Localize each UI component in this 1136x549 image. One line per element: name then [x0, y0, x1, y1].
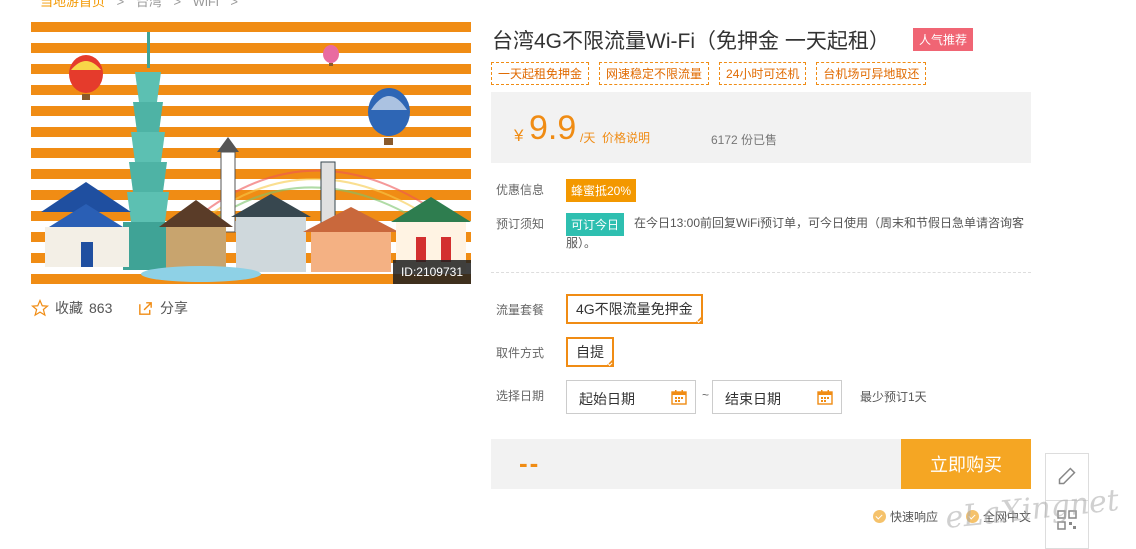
balloon-icon	[323, 45, 339, 66]
share-icon	[139, 301, 152, 315]
sold-count: 6172 份已售	[711, 133, 778, 147]
date-label: 选择日期	[496, 389, 545, 403]
check-icon	[607, 361, 613, 366]
check-icon	[873, 510, 886, 523]
discount-badge: 蜂蜜抵20%	[566, 179, 637, 202]
feature-tag: 网速稳定不限流量	[599, 62, 710, 85]
pickup-option-selected[interactable]: 自提	[566, 337, 614, 367]
favorite-label: 收藏	[55, 300, 83, 316]
end-date-input[interactable]: 结束日期	[712, 380, 842, 414]
booking-notice-text: 在今日13:00前回复WiFi预订单，可今日使用（周末和节假日急单请咨询客服）。	[566, 216, 1025, 250]
balloon-icon	[69, 55, 103, 100]
breadcrumb-separator: >	[230, 0, 238, 9]
end-date-placeholder: 结束日期	[725, 391, 781, 407]
discount-label: 优惠信息	[496, 183, 545, 197]
product-id-label: ID:2109731	[392, 260, 471, 284]
taiwan-landmarks-illustration	[41, 32, 471, 282]
minimum-booking-note: 最少预订1天	[860, 390, 927, 404]
plan-label: 流量套餐	[496, 303, 545, 317]
share-button[interactable]: 分享	[137, 298, 188, 318]
pickup-label: 取件方式	[496, 346, 545, 360]
share-label: 分享	[160, 300, 188, 316]
memorial-hall-icon	[41, 182, 131, 267]
watermark-logo: eLaXingnet	[943, 482, 1121, 537]
feature-tags: 一天起租免押金 网速稳定不限流量 24小时可还机 台机场可异地取还	[491, 62, 927, 85]
total-price: --	[519, 448, 541, 478]
favorite-button[interactable]: 收藏 863	[31, 298, 112, 318]
breadcrumb-separator: >	[173, 0, 182, 9]
price-amount: 9.9	[529, 109, 577, 147]
breadcrumb-region-link[interactable]: 台湾	[136, 0, 162, 9]
product-title: 台湾4G不限流量Wi-Fi（免押金 一天起租）	[492, 30, 890, 53]
feature-tag: 一天起租免押金	[491, 62, 590, 85]
date-range-separator: ~	[702, 388, 710, 402]
start-date-input[interactable]: 起始日期	[566, 380, 696, 414]
service-label: 快速响应	[890, 510, 939, 524]
product-image[interactable]: ID:2109731	[31, 22, 471, 284]
booking-notice-label: 预订须知	[496, 217, 545, 231]
service-fast-response: 快速响应	[873, 508, 938, 525]
feature-tag: 24小时可还机	[719, 62, 807, 85]
plan-option-label: 4G不限流量免押金	[576, 301, 693, 317]
check-icon	[696, 318, 702, 323]
calendar-icon	[671, 390, 687, 405]
taipei-101-icon	[123, 32, 173, 270]
breadcrumb-home-link[interactable]: 当地游首页	[40, 0, 105, 9]
product-page: 当地游首页 > 台湾 > WiFi > ID:2109731 收藏 863 分享…	[0, 0, 1136, 549]
price-unit: /天	[580, 131, 596, 145]
calendar-icon	[817, 390, 833, 405]
balloon-icon	[368, 88, 410, 145]
start-date-placeholder: 起始日期	[579, 391, 635, 407]
price-currency: ¥	[514, 126, 524, 145]
pickup-option-label: 自提	[576, 344, 604, 360]
favorite-count: 863	[89, 300, 113, 316]
price-panel: ¥ 9.9 /天 价格说明 6172 份已售	[491, 92, 1031, 163]
star-icon	[31, 299, 49, 317]
breadcrumb-category-link[interactable]: WiFi	[193, 0, 219, 9]
feature-tag: 台机场可异地取还	[816, 62, 927, 85]
edit-icon[interactable]	[1057, 466, 1077, 486]
divider	[491, 272, 1031, 273]
plan-option-selected[interactable]: 4G不限流量免押金	[566, 294, 703, 324]
popular-badge: 人气推荐	[913, 28, 974, 51]
breadcrumb-separator: >	[116, 0, 125, 9]
buy-now-button[interactable]: 立即购买	[901, 439, 1031, 489]
price-explanation-link[interactable]: 价格说明	[602, 129, 650, 146]
breadcrumb: 当地游首页 > 台湾 > WiFi >	[40, 0, 246, 10]
bookable-today-badge: 可订今日	[566, 213, 625, 236]
